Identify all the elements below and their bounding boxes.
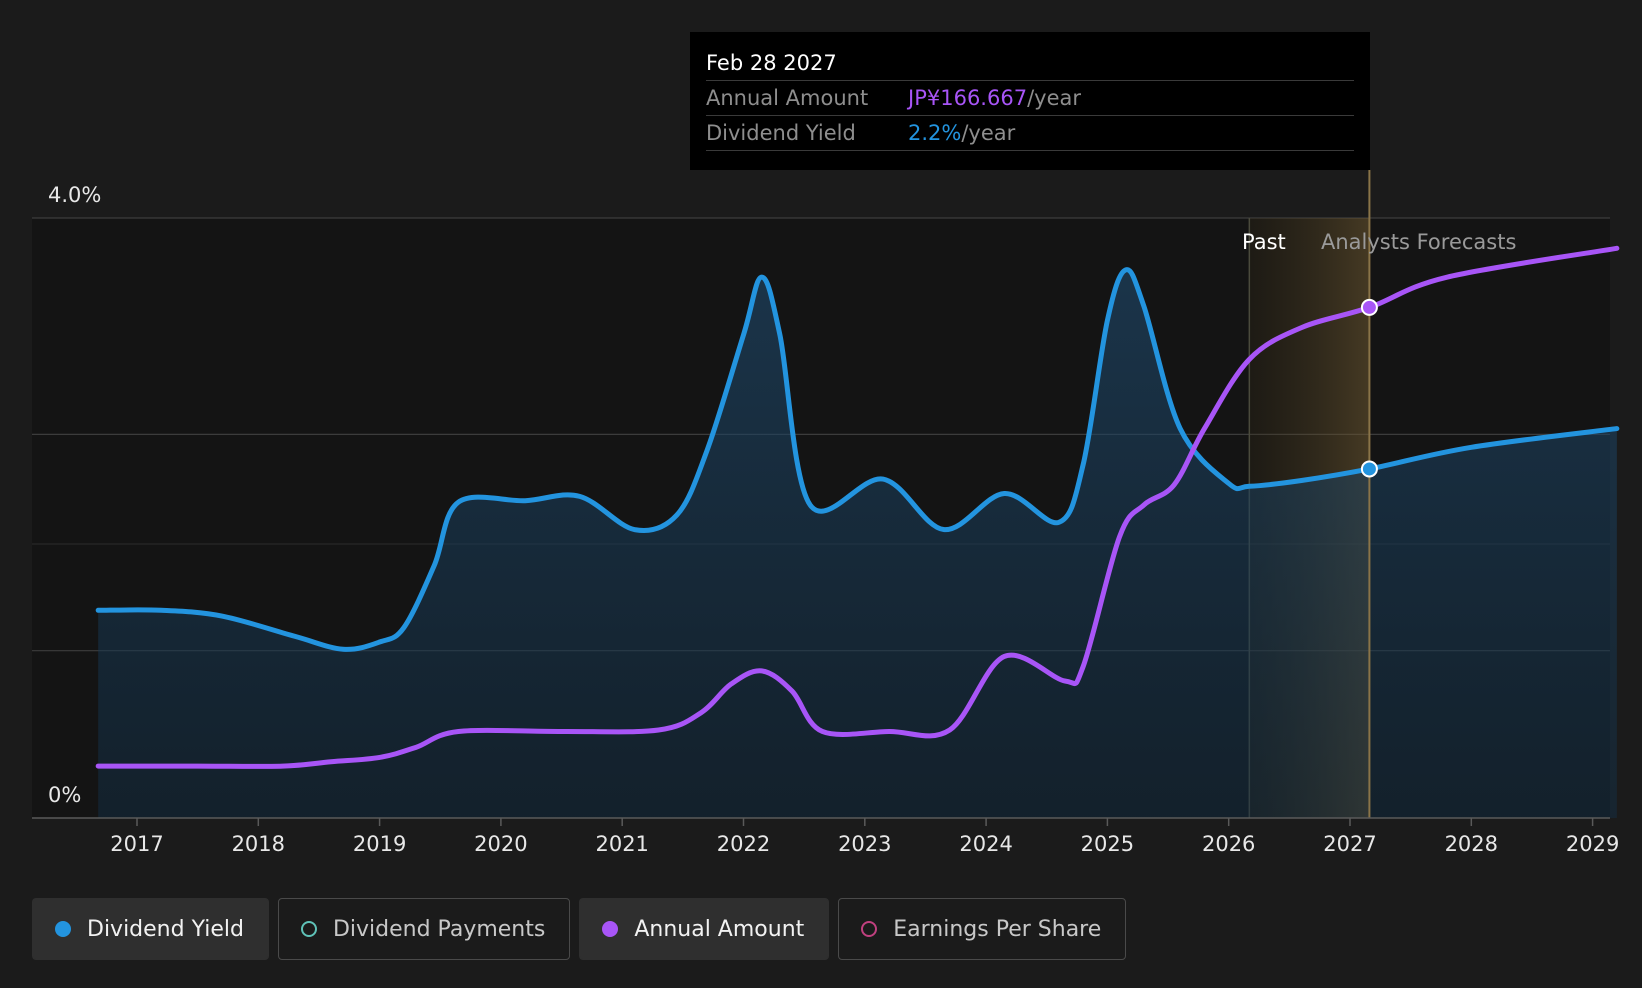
tooltip-label: Dividend Yield bbox=[706, 121, 856, 145]
x-tick-label: 2023 bbox=[838, 832, 891, 856]
tooltip-value: 2.2% bbox=[908, 121, 962, 145]
legend-ring-icon bbox=[861, 921, 878, 937]
x-tick-label: 2026 bbox=[1202, 832, 1255, 856]
tooltip-date: Feb 28 2027 bbox=[706, 46, 1354, 81]
tooltip-unit: /year bbox=[961, 121, 1016, 145]
tooltip-label: Annual Amount bbox=[706, 86, 869, 110]
y-tick-label-bottom: 0% bbox=[48, 783, 81, 807]
x-tick-label: 2025 bbox=[1081, 832, 1134, 856]
tooltip-row-dividend-yield: Dividend Yield 2.2% /year bbox=[706, 116, 1354, 151]
x-tick-label: 2017 bbox=[110, 832, 163, 856]
annual-amount-hover-point bbox=[1360, 298, 1378, 316]
legend-dividend-payments[interactable]: Dividend Payments bbox=[277, 898, 571, 960]
x-tick-label: 2022 bbox=[717, 832, 770, 856]
x-tick-label: 2020 bbox=[474, 832, 527, 856]
legend-label: Dividend Yield bbox=[87, 916, 244, 942]
tooltip-row-annual-amount: Annual Amount JP¥166.667 /year bbox=[706, 81, 1354, 116]
legend-label: Earnings Per Share bbox=[893, 916, 1102, 942]
tooltip-value: JP¥166.667 bbox=[908, 86, 1028, 110]
legend-dot-icon bbox=[602, 921, 619, 937]
legend-ring-icon bbox=[300, 921, 317, 937]
x-tick-label: 2018 bbox=[232, 832, 285, 856]
past-label: Past bbox=[1242, 230, 1286, 254]
legend-label: Annual Amount bbox=[634, 916, 805, 942]
dividend-yield-hover-point bbox=[1360, 460, 1378, 478]
tooltip-unit: /year bbox=[1027, 86, 1081, 110]
y-tick-label-top: 4.0% bbox=[48, 183, 101, 207]
x-tick-label: 2024 bbox=[959, 832, 1012, 856]
x-tick-label: 2027 bbox=[1323, 832, 1376, 856]
x-tick-label: 2019 bbox=[353, 832, 406, 856]
x-tick-label: 2029 bbox=[1566, 832, 1619, 856]
x-tick-label: 2028 bbox=[1445, 832, 1498, 856]
legend-label: Dividend Payments bbox=[332, 916, 546, 942]
x-axis-ticks: 2017 2018 2019 2020 2021 2022 2023 2024 2025 2026… bbox=[110, 818, 1619, 856]
chart-legend: Dividend Yield Dividend Payments Annual … bbox=[32, 898, 1127, 960]
legend-dividend-yield[interactable]: Dividend Yield bbox=[32, 898, 269, 960]
forecast-label: Analysts Forecasts bbox=[1321, 230, 1516, 254]
legend-earnings-per-share[interactable]: Earnings Per Share bbox=[838, 898, 1127, 960]
legend-dot-icon bbox=[55, 921, 71, 937]
hover-tooltip: Feb 28 2027 Annual Amount JP¥166.667 /ye… bbox=[690, 32, 1370, 170]
legend-annual-amount[interactable]: Annual Amount bbox=[579, 898, 830, 960]
x-tick-label: 2021 bbox=[595, 832, 648, 856]
